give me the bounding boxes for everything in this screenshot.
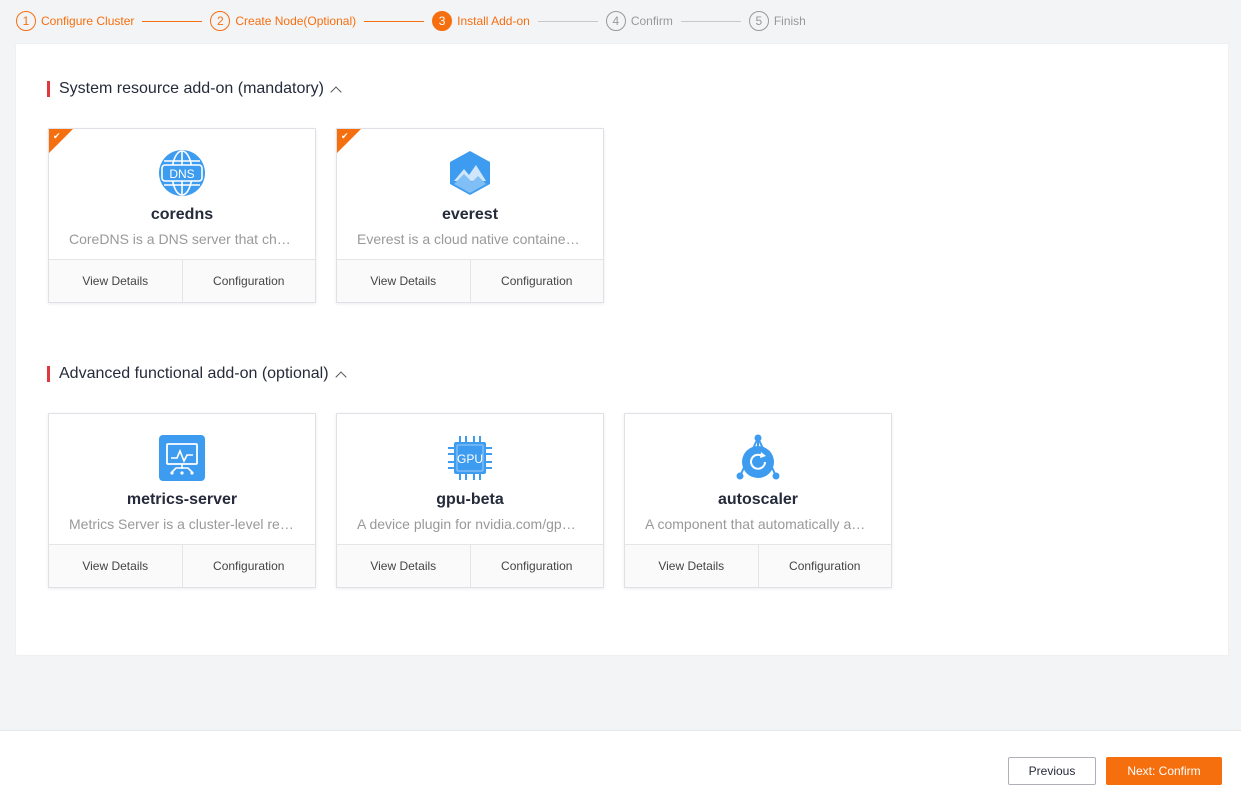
section-title: Advanced functional add-on (optional) xyxy=(59,365,329,382)
wizard-stepper: 1 Configure Cluster 2 Create Node(Option… xyxy=(16,11,806,31)
card-actions: View Details Configuration xyxy=(49,544,315,587)
addon-name: metrics-server xyxy=(126,491,238,508)
section-header-advanced[interactable]: Advanced functional add-on (optional) xyxy=(47,365,347,383)
addon-card-autoscaler[interactable]: autoscaler A component that automaticall… xyxy=(624,413,892,588)
monitor-chart-icon xyxy=(159,435,205,481)
configuration-button[interactable]: Configuration xyxy=(469,260,603,302)
step-connector xyxy=(364,20,425,22)
step-label: Confirm xyxy=(630,14,673,28)
step-install-addon: 3 Install Add-on xyxy=(432,11,530,31)
addon-panel: System resource add-on (mandatory) ✔ DNS… xyxy=(16,44,1228,655)
step-number: 5 xyxy=(748,11,769,31)
addon-description: Metrics Server is a cluster-level resour… xyxy=(69,516,295,532)
addon-description: CoreDNS is a DNS server that chains plug… xyxy=(69,231,295,247)
step-connector xyxy=(680,20,741,22)
addon-card-everest[interactable]: ✔ everest Everest is a cloud native cont… xyxy=(336,128,604,303)
addon-description: Everest is a cloud native container stor… xyxy=(357,231,583,247)
svg-text:DNS: DNS xyxy=(169,167,194,181)
card-actions: View Details Configuration xyxy=(625,544,891,587)
step-confirm: 4 Confirm xyxy=(605,11,673,31)
card-actions: View Details Configuration xyxy=(337,259,603,302)
section-marker xyxy=(47,81,50,97)
step-number: 3 xyxy=(432,11,453,31)
addon-card-metrics-server[interactable]: metrics-server Metrics Server is a clust… xyxy=(48,413,316,588)
autoscaler-icon xyxy=(736,434,780,480)
check-icon: ✔ xyxy=(53,131,61,141)
step-label: Finish xyxy=(773,14,806,28)
step-connector xyxy=(142,20,203,22)
addon-name: autoscaler xyxy=(717,491,799,508)
section-title: System resource add-on (mandatory) xyxy=(59,80,324,97)
addon-name: gpu-beta xyxy=(436,491,504,508)
card-actions: View Details Configuration xyxy=(49,259,315,302)
svg-text:GPU: GPU xyxy=(457,452,483,466)
step-number: 2 xyxy=(210,11,231,31)
next-confirm-button[interactable]: Next: Confirm xyxy=(1106,757,1222,785)
step-configure-cluster[interactable]: 1 Configure Cluster xyxy=(16,11,134,31)
addon-name: everest xyxy=(441,206,499,223)
check-icon: ✔ xyxy=(341,131,349,141)
addon-card-coredns[interactable]: ✔ DNS coredns CoreDNS is a DNS server th… xyxy=(48,128,316,303)
configuration-button[interactable]: Configuration xyxy=(181,260,315,302)
chevron-up-icon[interactable] xyxy=(334,370,347,383)
view-details-button[interactable]: View Details xyxy=(49,260,182,302)
step-create-node[interactable]: 2 Create Node(Optional) xyxy=(210,11,356,31)
step-number: 4 xyxy=(605,11,626,31)
previous-button[interactable]: Previous xyxy=(1008,757,1096,785)
addon-card-gpu-beta[interactable]: GPU gpu-beta A device plugin for nvidia.… xyxy=(336,413,604,588)
addon-name: coredns xyxy=(150,206,214,223)
step-label: Configure Cluster xyxy=(41,14,135,28)
gpu-chip-icon: GPU xyxy=(448,436,492,480)
step-connector xyxy=(537,20,598,22)
step-number: 1 xyxy=(16,11,36,31)
section-header-system[interactable]: System resource add-on (mandatory) xyxy=(47,80,342,98)
card-actions: View Details Configuration xyxy=(337,544,603,587)
dns-globe-icon: DNS xyxy=(159,150,205,196)
view-details-button[interactable]: View Details xyxy=(337,545,470,587)
configuration-button[interactable]: Configuration xyxy=(757,545,891,587)
addon-description: A device plugin for nvidia.com/gpu resou… xyxy=(357,516,583,532)
footer-bar: Previous Next: Confirm xyxy=(0,730,1241,804)
view-details-button[interactable]: View Details xyxy=(49,545,182,587)
view-details-button[interactable]: View Details xyxy=(337,260,470,302)
step-label: Install Add-on xyxy=(457,14,530,28)
step-finish: 5 Finish xyxy=(748,11,806,31)
addon-description: A component that automatically adjusts t… xyxy=(645,516,871,532)
step-label: Create Node(Optional) xyxy=(235,14,357,28)
view-details-button[interactable]: View Details xyxy=(625,545,758,587)
configuration-button[interactable]: Configuration xyxy=(469,545,603,587)
mountain-hexagon-icon xyxy=(450,151,490,195)
chevron-up-icon[interactable] xyxy=(330,85,342,98)
configuration-button[interactable]: Configuration xyxy=(181,545,315,587)
section-marker xyxy=(47,366,50,382)
